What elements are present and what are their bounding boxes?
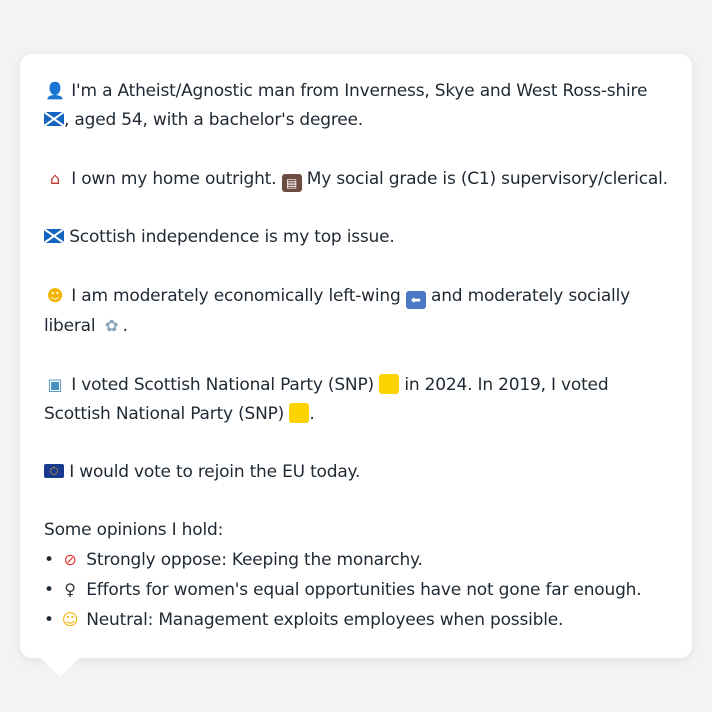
left-arrow-icon: ⬅ <box>405 291 426 309</box>
economic-text: I am moderately economically left-wing <box>71 286 401 306</box>
thinking-face-icon: ☻ <box>46 286 64 305</box>
female-sign-icon: ♀ <box>64 580 76 599</box>
opinion-text: Neutral: Management exploits employees w… <box>86 610 564 630</box>
neutral-face-icon: ☺ <box>61 610 79 629</box>
eu-flag-icon <box>44 464 64 478</box>
ballot-box-icon: ▣ <box>47 375 63 394</box>
list-item: • ♀ Efforts for women's equal opportunit… <box>44 575 668 605</box>
identity-text-continued: , aged 54, with a bachelor's degree. <box>64 110 364 130</box>
identity-text: I'm a Atheist/Agnostic man from Invernes… <box>71 81 648 101</box>
list-item: • ☺ Neutral: Management exploits employe… <box>44 605 668 635</box>
eu-text: I would vote to rejoin the EU today. <box>69 462 361 482</box>
vote-2024-text: I voted Scottish National Party (SNP) <box>71 375 374 395</box>
opinion-text: Efforts for women's equal opportunities … <box>86 580 642 600</box>
scotland-flag-icon <box>44 229 64 243</box>
bullet: • <box>44 610 54 630</box>
identity-paragraph: 👤 I'm a Atheist/Agnostic man from Invern… <box>44 76 668 135</box>
person-silhouette-icon: 👤 <box>45 81 65 100</box>
home-paragraph: ⌂ I own my home outright. ▤ My social gr… <box>44 164 668 194</box>
bullet: • <box>44 550 54 570</box>
bullet: • <box>44 580 54 600</box>
house-icon: ⌂ <box>50 169 60 188</box>
yellow-square-icon <box>379 374 400 394</box>
ideology-period: . <box>122 316 128 336</box>
prohibited-icon: ⊘ <box>63 550 77 569</box>
scotland-flag-icon <box>44 112 64 126</box>
list-item: • ⊘ Strongly oppose: Keeping the monarch… <box>44 545 668 575</box>
issue-paragraph: Scottish independence is my top issue. <box>44 223 668 252</box>
dove-icon: ✿ <box>105 316 119 335</box>
profile-speech-bubble: 👤 I'm a Atheist/Agnostic man from Invern… <box>20 54 692 658</box>
home-text: I own my home outright. <box>71 169 277 189</box>
briefcase-icon: ▤ <box>281 174 302 192</box>
vote-paragraph: ▣ I voted Scottish National Party (SNP) … <box>44 370 668 429</box>
top-issue-text: Scottish independence is my top issue. <box>69 227 395 247</box>
opinions-heading: Some opinions I hold: <box>44 520 224 540</box>
social-grade-text: My social grade is (C1) supervisory/cler… <box>306 169 668 189</box>
eu-paragraph: I would vote to rejoin the EU today. <box>44 458 668 487</box>
vote-period: . <box>309 404 315 424</box>
opinions-list: • ⊘ Strongly oppose: Keeping the monarch… <box>44 545 668 635</box>
ideology-paragraph: ☻ I am moderately economically left-wing… <box>44 281 668 341</box>
opinion-text: Strongly oppose: Keeping the monarchy. <box>86 550 423 570</box>
yellow-square-icon <box>289 403 310 423</box>
speech-bubble-tail <box>40 657 80 677</box>
